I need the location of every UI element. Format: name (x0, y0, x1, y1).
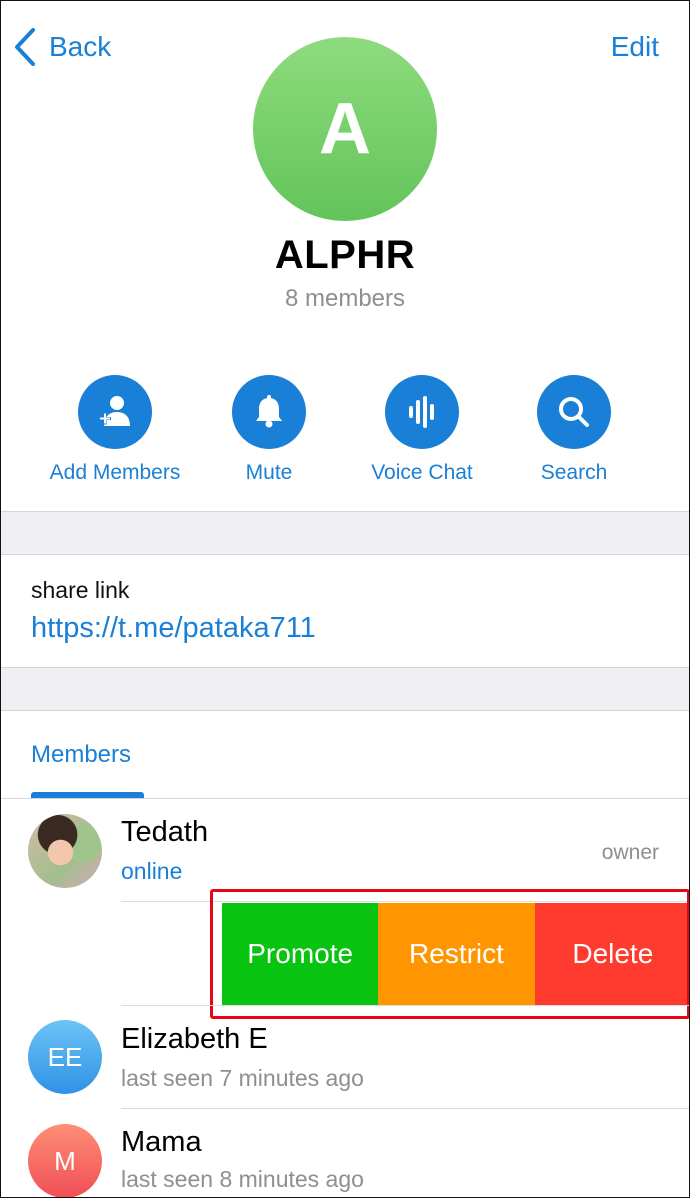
swipe-actions: Promote Restrict Delete (222, 903, 689, 1005)
edit-button[interactable]: Edit (611, 31, 659, 63)
voice-chat-label: Voice Chat (371, 461, 473, 484)
add-member-icon (78, 375, 152, 449)
group-avatar[interactable]: A (253, 37, 437, 221)
add-members-label: Add Members (49, 461, 181, 484)
row-divider (121, 1005, 689, 1006)
mute-label: Mute (245, 461, 293, 484)
chevron-left-icon (15, 28, 35, 66)
search-label: Search (540, 461, 608, 484)
voice-chat-button[interactable]: Voice Chat (347, 375, 497, 485)
member-status: last seen 8 minutes ago (121, 1166, 364, 1192)
member-role: owner (601, 841, 659, 864)
avatar[interactable] (28, 814, 102, 888)
restrict-button[interactable]: Restrict (378, 903, 535, 1005)
search-icon (537, 375, 611, 449)
member-status: last seen 7 minutes ago (121, 1065, 364, 1091)
member-name: Mama (121, 1126, 202, 1158)
group-name: ALPHR (274, 233, 416, 277)
avatar[interactable]: EE (28, 1020, 102, 1094)
group-info-screen: Back Edit A ALPHR 8 members Add Members (0, 0, 690, 1198)
member-count: 8 members (284, 285, 406, 312)
member-status: online (121, 858, 183, 884)
bell-icon (232, 375, 306, 449)
row-divider (121, 901, 689, 902)
mute-button[interactable]: Mute (194, 375, 344, 485)
share-link-title: share link (31, 577, 130, 603)
avatar[interactable]: M (28, 1124, 102, 1197)
add-members-button[interactable]: Add Members (40, 375, 190, 485)
tab-divider (1, 798, 689, 799)
member-name: Tedath (121, 816, 209, 848)
back-button[interactable]: Back (13, 27, 111, 67)
member-name: Elizabeth E (121, 1023, 268, 1055)
row-divider (121, 1108, 689, 1109)
delete-button[interactable]: Delete (534, 903, 689, 1005)
promote-button[interactable]: Promote (222, 903, 379, 1005)
back-label: Back (49, 31, 112, 62)
section-separator (1, 667, 689, 711)
voice-chat-icon (385, 375, 459, 449)
tab-members[interactable]: Members (31, 741, 131, 769)
share-link-url[interactable]: https://t.me/pataka711 (31, 612, 316, 645)
search-button[interactable]: Search (499, 375, 649, 485)
section-separator (1, 511, 689, 555)
